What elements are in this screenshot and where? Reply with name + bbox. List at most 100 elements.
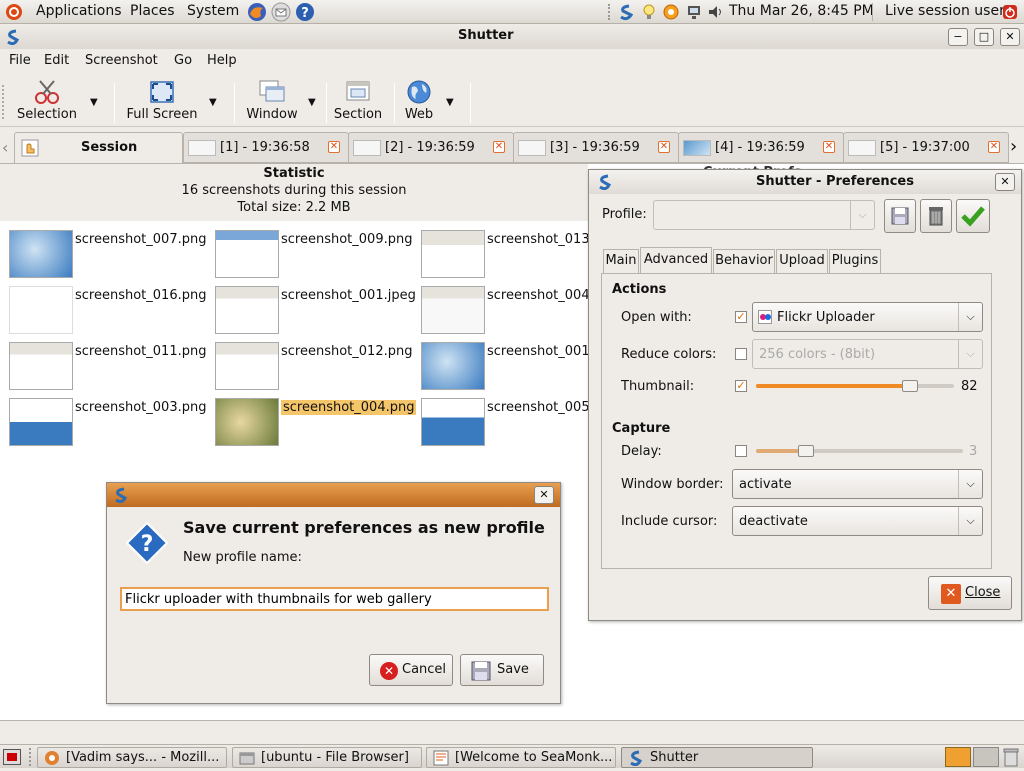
show-desktop-icon[interactable] — [3, 749, 21, 765]
thumbnail-image[interactable] — [9, 342, 73, 390]
volume-icon[interactable] — [706, 3, 726, 21]
fullscreen-dropdown-icon[interactable]: ▼ — [209, 97, 217, 108]
taskbar-item-file-browser[interactable]: [ubuntu - File Browser] — [232, 747, 422, 768]
system-menu[interactable]: System — [187, 3, 239, 19]
menu-screenshot[interactable]: Screenshot — [85, 53, 158, 68]
thumbnail-image[interactable] — [215, 286, 279, 334]
open-with-checkbox[interactable]: ✓ — [735, 311, 747, 323]
menu-go[interactable]: Go — [174, 53, 192, 68]
pref-tab-behavior[interactable]: Behavior — [713, 249, 775, 273]
selection-dropdown-icon[interactable]: ▼ — [90, 97, 98, 108]
thumbnail-image[interactable] — [215, 398, 279, 446]
preferences-close-button[interactable]: ✕ Close — [928, 576, 1012, 610]
thumbnail-image[interactable] — [9, 286, 73, 334]
thumbnail-label[interactable]: screenshot_004 — [487, 288, 590, 303]
apply-profile-button[interactable] — [956, 199, 990, 233]
workspace-2[interactable] — [973, 747, 999, 767]
thumbnail-label[interactable]: screenshot_013 — [487, 232, 590, 247]
fullscreen-button[interactable]: Full Screen — [124, 79, 200, 122]
tab-screenshot-1[interactable]: [1] - 19:36:58 ✕ — [183, 132, 349, 163]
thumbnail-label[interactable]: screenshot_007.png — [75, 232, 206, 247]
thumbnail-label-selected[interactable]: screenshot_004.png — [281, 400, 417, 415]
clock[interactable]: Thu Mar 26, 8:45 PM — [729, 3, 874, 19]
thumbnail-label[interactable]: screenshot_016.png — [75, 288, 206, 303]
delay-slider-handle[interactable] — [797, 445, 814, 457]
thumbnail-slider[interactable] — [756, 384, 954, 388]
thumbnail-image[interactable] — [421, 342, 485, 390]
thumbnail-checkbox[interactable]: ✓ — [735, 380, 747, 392]
save-dialog-titlebar[interactable]: ✕ — [107, 483, 560, 507]
tab-screenshot-4[interactable]: [4] - 19:36:59 ✕ — [678, 132, 844, 163]
pref-tab-plugins[interactable]: Plugins — [829, 249, 881, 273]
maximize-button[interactable]: □ — [974, 28, 994, 46]
preferences-close-icon[interactable]: ✕ — [995, 173, 1015, 191]
minimize-button[interactable]: − — [948, 28, 968, 46]
help-launcher-icon[interactable]: ? — [294, 1, 316, 23]
selection-button[interactable]: Selection — [14, 79, 80, 122]
lightbulb-icon[interactable] — [640, 2, 658, 22]
tab-screenshot-5[interactable]: [5] - 19:37:00 ✕ — [843, 132, 1009, 163]
reduce-colors-combo[interactable]: 256 colors - (8bit) ⌵ — [752, 339, 983, 369]
pref-tab-upload[interactable]: Upload — [776, 249, 828, 273]
tab-screenshot-2[interactable]: [2] - 19:36:59 ✕ — [348, 132, 514, 163]
thumbnail-image[interactable] — [421, 286, 485, 334]
thumbnail-image[interactable] — [9, 230, 73, 278]
delay-slider[interactable] — [756, 449, 963, 453]
thumbnail-image[interactable] — [421, 230, 485, 278]
section-button[interactable]: Section — [330, 79, 386, 122]
include-cursor-combo[interactable]: deactivate ⌵ — [732, 506, 983, 536]
window-titlebar[interactable]: Shutter − □ ✕ — [0, 25, 1024, 49]
thumbnail-label[interactable]: screenshot_005 — [487, 400, 590, 415]
close-window-button[interactable]: ✕ — [1000, 28, 1020, 46]
save-button[interactable]: Save — [460, 654, 544, 686]
tab-scroll-right-icon[interactable]: › — [1010, 136, 1017, 157]
tab-close-icon[interactable]: ✕ — [658, 141, 670, 153]
thumbnail-label[interactable]: screenshot_003.png — [75, 400, 206, 415]
tab-session[interactable]: Session — [14, 132, 183, 163]
thumbnail-label[interactable]: screenshot_011.png — [75, 344, 206, 359]
menu-help[interactable]: Help — [207, 53, 237, 68]
reduce-colors-checkbox[interactable] — [735, 348, 747, 360]
shutter-tray-icon[interactable] — [616, 2, 636, 22]
places-menu[interactable]: Places — [130, 3, 175, 19]
thumbnail-label[interactable]: screenshot_009.png — [281, 232, 412, 247]
profile-combo[interactable]: ⌵ — [653, 200, 875, 230]
thumbnail-label[interactable]: screenshot_001.jpeg — [281, 288, 416, 303]
thumbnail-image[interactable] — [215, 342, 279, 390]
profile-name-input[interactable] — [120, 587, 549, 611]
ubuntu-logo-icon[interactable] — [4, 2, 24, 22]
thumbnail-image[interactable] — [9, 398, 73, 446]
window-button[interactable]: Window — [244, 79, 300, 122]
toolbar-handle[interactable] — [2, 85, 6, 119]
mail-launcher-icon[interactable] — [270, 1, 292, 23]
network-icon[interactable] — [684, 3, 704, 21]
tab-close-icon[interactable]: ✕ — [328, 141, 340, 153]
power-icon[interactable] — [1000, 2, 1020, 22]
taskbar-item-shutter[interactable]: Shutter — [621, 747, 813, 768]
delay-checkbox[interactable] — [735, 445, 747, 457]
taskbar-item-seamonkey[interactable]: [Welcome to SeaMonk... — [426, 747, 616, 768]
menu-edit[interactable]: Edit — [44, 53, 69, 68]
open-with-combo[interactable]: Flickr Uploader ⌵ — [752, 302, 983, 332]
taskbar-item-mozilla[interactable]: [Vadim says... - Mozill... — [37, 747, 227, 768]
preferences-titlebar[interactable]: Shutter - Preferences ✕ — [589, 170, 1021, 194]
thumbnail-slider-handle[interactable] — [902, 380, 919, 392]
trash-icon[interactable] — [1002, 747, 1022, 767]
thumbnail-image[interactable] — [421, 398, 485, 446]
pref-tab-main[interactable]: Main — [603, 249, 639, 273]
tab-close-icon[interactable]: ✕ — [493, 141, 505, 153]
web-dropdown-icon[interactable]: ▼ — [446, 97, 454, 108]
save-dialog-close-icon[interactable]: ✕ — [534, 486, 554, 504]
thumbnail-label[interactable]: screenshot_001 — [487, 344, 590, 359]
thumbnail-label[interactable]: screenshot_012.png — [281, 344, 412, 359]
tab-scroll-left-icon[interactable]: ‹ — [2, 138, 8, 157]
window-border-combo[interactable]: activate ⌵ — [732, 469, 983, 499]
session-user[interactable]: Live session user — [885, 3, 1005, 19]
window-dropdown-icon[interactable]: ▼ — [308, 97, 316, 108]
tab-close-icon[interactable]: ✕ — [823, 141, 835, 153]
firefox-launcher-icon[interactable] — [246, 1, 268, 23]
pref-tab-advanced[interactable]: Advanced — [640, 247, 712, 274]
update-notifier-icon[interactable] — [660, 2, 682, 22]
thumbnail-image[interactable] — [215, 230, 279, 278]
workspace-1[interactable] — [945, 747, 971, 767]
